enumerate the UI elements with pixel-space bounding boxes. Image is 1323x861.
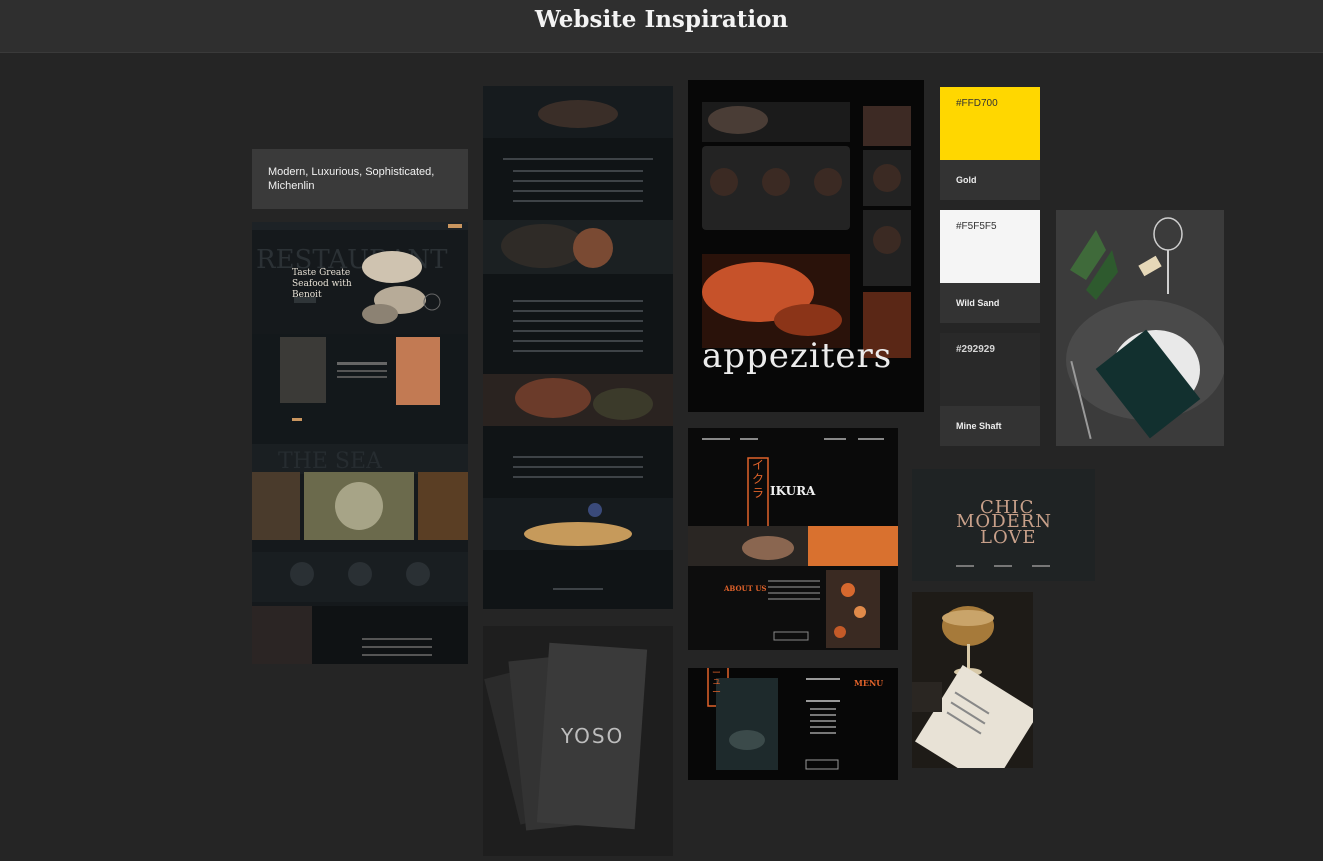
swatch-mine-shaft-chip: #292929 [940, 333, 1040, 406]
ikura-about-label: ABOUT US [724, 584, 767, 593]
ikura-art [688, 428, 898, 648]
cocktail-menu-art [912, 592, 1033, 768]
ikura-screenshot[interactable]: イクラ IKURA ABOUT US [688, 428, 898, 650]
yoso-menu-photo[interactable]: YOSO [483, 626, 673, 856]
swatch-mine-shaft[interactable]: #292929 Mine Shaft [940, 333, 1040, 446]
swatch-mine-shaft-hex: #292929 [956, 344, 995, 355]
swatch-wild-sand-name: Wild Sand [940, 283, 1040, 323]
dark-menu-page-screenshot[interactable] [483, 86, 673, 609]
appetizers-heading: appeziters [702, 336, 893, 376]
seafood-website-screenshot[interactable]: RESTAURANT THE SEA Taste Greate Seafood … [252, 222, 468, 664]
chic-modern-love-screenshot[interactable]: CHIC MODERN LOVE [912, 469, 1095, 581]
yoso-logo-text: YOSO [561, 724, 625, 748]
swatch-wild-sand-chip: #F5F5F5 [940, 210, 1040, 283]
svg-text:THE SEA: THE SEA [278, 449, 383, 474]
ikura-menu-label: MENU [854, 678, 884, 688]
swatch-gold-hex: #FFD700 [956, 98, 998, 109]
swatch-gold[interactable]: #FFD700 Gold [940, 87, 1040, 200]
table-setting-art [1056, 210, 1224, 446]
swatch-wild-sand-hex: #F5F5F5 [956, 221, 997, 232]
chic-text-line-3: LOVE [980, 527, 1037, 548]
page-title: Website Inspiration [534, 6, 789, 33]
seafood-hero-text: Taste Greate Seafood with Benoit [292, 268, 352, 300]
ikura-menu-kana: メニュー [712, 668, 722, 697]
ikura-kana: イクラ [752, 458, 765, 500]
appetizers-screenshot[interactable]: appeziters [688, 80, 924, 412]
dark-menu-page-art [483, 86, 673, 590]
table-setting-photo[interactable] [1056, 210, 1224, 446]
cocktail-menu-photo[interactable] [912, 592, 1033, 768]
swatch-wild-sand[interactable]: #F5F5F5 Wild Sand [940, 210, 1040, 323]
swatch-gold-name: Gold [940, 160, 1040, 200]
ikura-menu-screenshot[interactable]: MENU メニュー [688, 668, 898, 780]
keywords-text: Modern, Luxurious, Sophisticated, Michen… [268, 166, 435, 192]
header-bar: Website Inspiration [0, 0, 1323, 53]
swatch-mine-shaft-name: Mine Shaft [940, 406, 1040, 446]
ikura-brand: IKURA [770, 484, 816, 498]
swatch-gold-chip: #FFD700 [940, 87, 1040, 160]
keywords-note[interactable]: Modern, Luxurious, Sophisticated, Michen… [252, 149, 468, 209]
